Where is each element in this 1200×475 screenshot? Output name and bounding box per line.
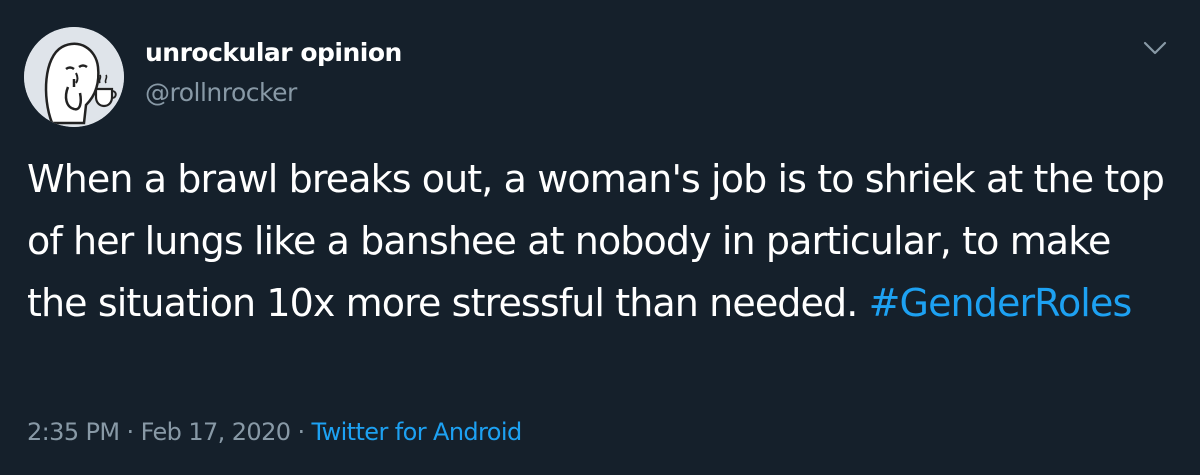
tweet-menu-button[interactable] bbox=[1140, 34, 1170, 62]
tweet-text: When a brawl breaks out, a woman's job i… bbox=[27, 148, 1177, 334]
hashtag-link[interactable]: #GenderRoles bbox=[869, 281, 1133, 325]
tweet-source-link[interactable]: Twitter for Android bbox=[312, 418, 523, 446]
tweet-date[interactable]: Feb 17, 2020 bbox=[141, 418, 291, 446]
meta-separator: · bbox=[126, 418, 135, 446]
chevron-down-icon bbox=[1143, 41, 1167, 55]
cartoon-face-avatar-icon bbox=[24, 27, 124, 127]
tweet-meta: 2:35 PM · Feb 17, 2020 · Twitter for And… bbox=[27, 418, 522, 446]
tweet-time[interactable]: 2:35 PM bbox=[27, 418, 120, 446]
avatar[interactable] bbox=[24, 27, 124, 127]
user-handle[interactable]: @rollnrocker bbox=[145, 78, 297, 107]
tweet-card: unrockular opinion @rollnrocker When a b… bbox=[0, 0, 1200, 475]
meta-separator: · bbox=[297, 418, 305, 446]
display-name[interactable]: unrockular opinion bbox=[145, 38, 402, 67]
